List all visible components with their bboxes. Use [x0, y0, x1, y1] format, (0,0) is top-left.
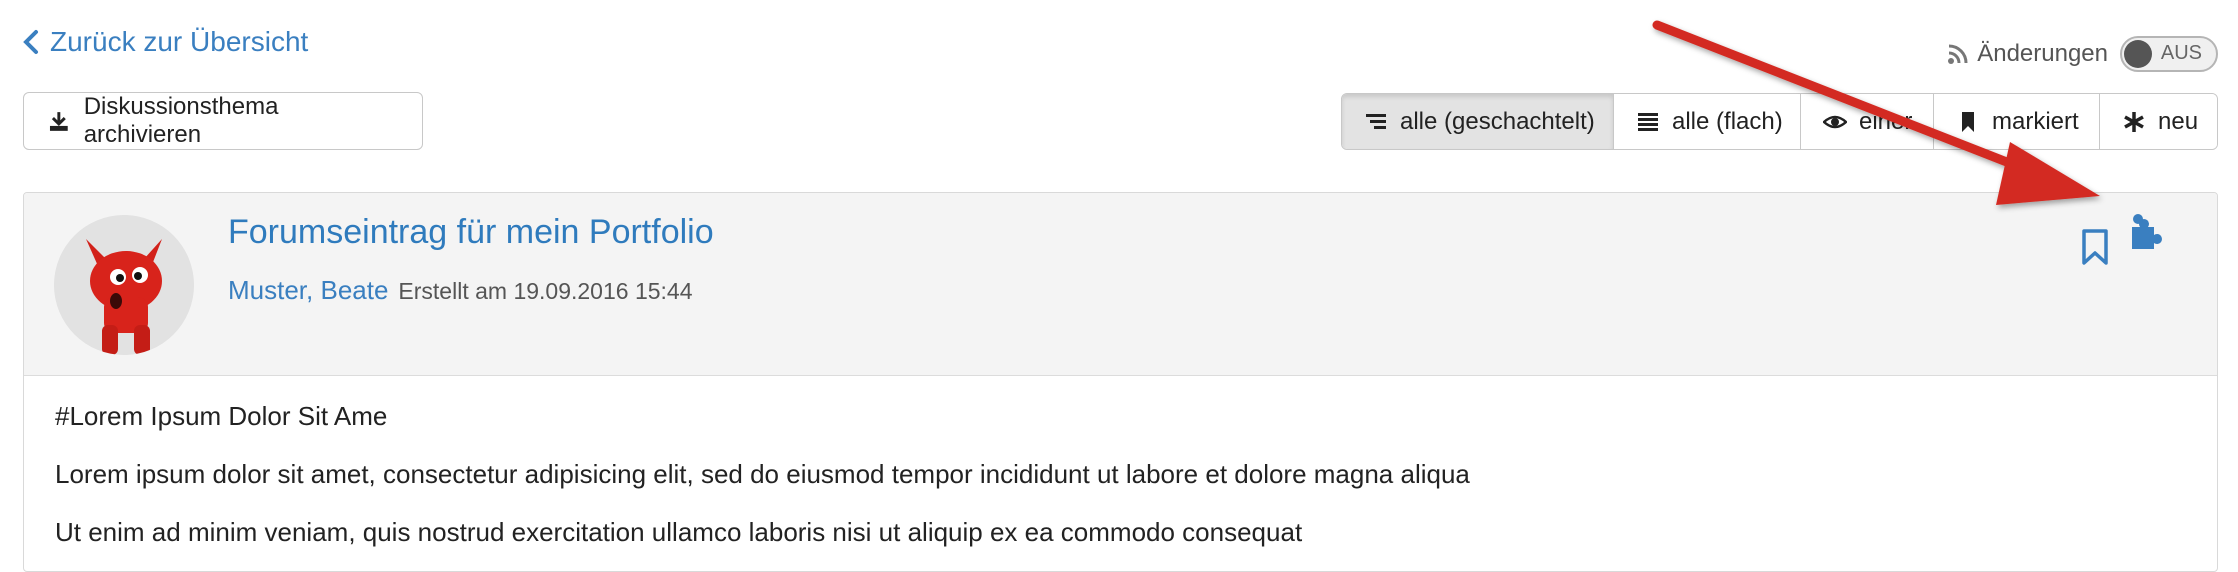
- view-new-label: neu: [2158, 107, 2199, 135]
- post-header: Forumseintrag für mein Portfolio Muster,…: [24, 193, 2217, 376]
- post-paragraph: Ut enim ad minim veniam, quis nostrud ex…: [55, 517, 1303, 547]
- back-link-label: Zurück zur Übersicht: [50, 26, 309, 57]
- bookmark-icon[interactable]: [2079, 228, 2111, 266]
- back-to-overview-link[interactable]: Zurück zur Übersicht: [22, 26, 308, 58]
- view-single-label: einer: [1859, 107, 1913, 135]
- archive-topic-button[interactable]: Diskussionsthema archivieren: [23, 92, 423, 150]
- chevron-left-icon: [23, 30, 38, 54]
- view-nested-label: alle (geschachtelt): [1400, 107, 1595, 135]
- post-body: #Lorem Ipsum Dolor Sit Ame Lorem ipsum d…: [24, 376, 2217, 571]
- archive-label: Diskussionsthema archivieren: [83, 93, 279, 148]
- rss-icon: [1947, 43, 1969, 65]
- view-filter-group: alle (geschachtelt) alle (flach) einer m…: [1341, 93, 2218, 150]
- forum-post: Forumseintrag für mein Portfolio Muster,…: [23, 192, 2218, 572]
- changes-toggle[interactable]: AUS: [2120, 36, 2218, 72]
- view-single-button[interactable]: einer: [1800, 94, 1933, 149]
- view-flat-label: alle (flach): [1672, 107, 1783, 135]
- changes-subscription: Änderungen AUS: [1947, 36, 2218, 72]
- created-timestamp: Erstellt am 19.09.2016 15:44: [398, 278, 693, 304]
- bookmark-filled-icon: [1962, 111, 1974, 132]
- view-marked-label: markiert: [1992, 107, 2079, 135]
- avatar[interactable]: [54, 215, 194, 355]
- view-marked-button[interactable]: markiert: [1933, 94, 2099, 149]
- download-icon: [49, 112, 68, 131]
- view-new-button[interactable]: neu: [2099, 94, 2217, 149]
- asterisk-icon: [2124, 111, 2144, 132]
- view-flat-button[interactable]: alle (flach): [1613, 94, 1800, 149]
- list-icon: [1638, 112, 1658, 131]
- post-paragraph: #Lorem Ipsum Dolor Sit Ame: [55, 401, 388, 431]
- post-meta: Muster, Beate Erstellt am 19.09.2016 15:…: [228, 275, 693, 306]
- puzzle-icon[interactable]: [2128, 213, 2168, 253]
- toggle-state-label: AUS: [2160, 42, 2202, 64]
- eye-icon: [1823, 115, 1847, 128]
- view-nested-button[interactable]: alle (geschachtelt): [1342, 94, 1613, 149]
- post-title[interactable]: Forumseintrag für mein Portfolio: [228, 213, 714, 252]
- changes-label: Änderungen: [1977, 40, 2108, 67]
- author-link[interactable]: Muster, Beate: [228, 275, 388, 306]
- post-paragraph: Lorem ipsum dolor sit amet, consectetur …: [55, 459, 1470, 489]
- toggle-knob: [2124, 40, 2152, 68]
- indent-list-icon: [1366, 113, 1386, 129]
